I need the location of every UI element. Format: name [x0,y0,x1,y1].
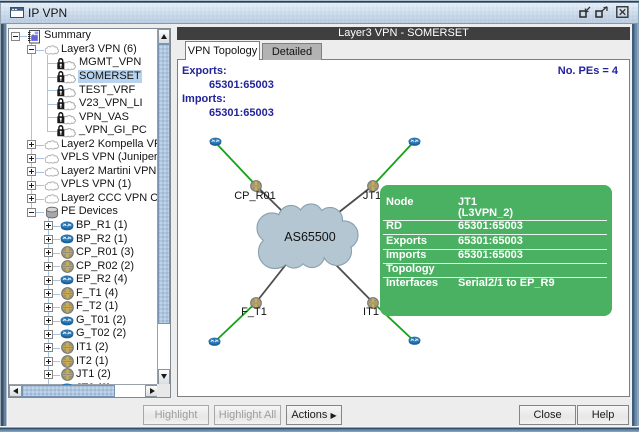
svg-text:AS65500: AS65500 [284,230,335,244]
